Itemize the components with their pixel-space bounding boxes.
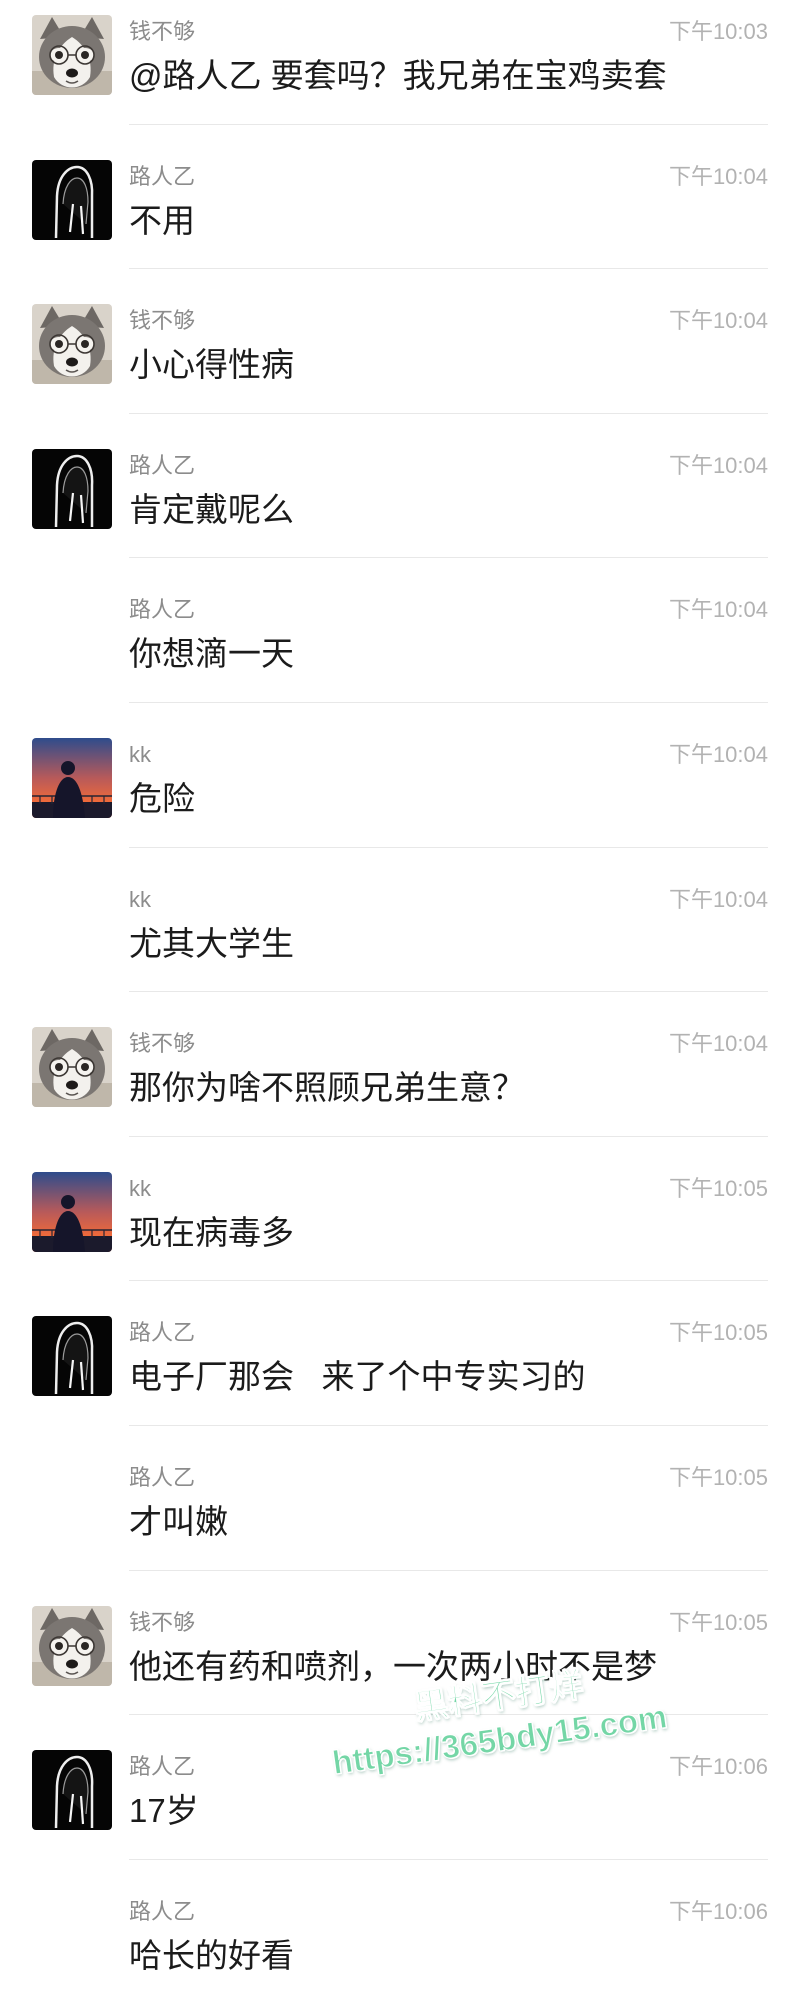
sender-name: kk bbox=[129, 886, 151, 912]
avatar-hooded-figure-photo[interactable] bbox=[32, 1316, 112, 1397]
message-row[interactable]: kk 下午10:04 危险 bbox=[0, 703, 800, 848]
message-row[interactable]: 路人乙 下午10:06 哈长的好看 bbox=[0, 1860, 800, 2005]
sender-name: 钱不够 bbox=[129, 308, 196, 334]
message-time: 下午10:05 bbox=[668, 1609, 768, 1635]
sender-name: 路人乙 bbox=[129, 163, 196, 189]
sender-name: 路人乙 bbox=[129, 1320, 196, 1346]
message-text: 17岁 bbox=[129, 1792, 199, 1830]
message-row[interactable]: 钱不够 下午10:05 他还有药和喷剂，一次两小时不是梦 bbox=[0, 1571, 800, 1716]
message-time: 下午10:04 bbox=[668, 308, 768, 334]
message-time: 下午10:04 bbox=[668, 886, 768, 912]
message-text: @路人乙 要套吗？我兄弟在宝鸡卖套 bbox=[129, 57, 667, 94]
avatar-husky-dog-photo[interactable] bbox=[32, 1027, 112, 1108]
avatar-hooded-figure-photo[interactable] bbox=[32, 159, 112, 240]
sender-name: 路人乙 bbox=[129, 1898, 196, 1924]
avatar-husky-dog-photo[interactable] bbox=[32, 1605, 112, 1686]
message-time: 下午10:03 bbox=[668, 19, 768, 44]
message-time: 下午10:06 bbox=[668, 1898, 768, 1924]
message-row[interactable]: kk 下午10:04 尤其大学生 bbox=[0, 848, 800, 993]
message-time: 下午10:05 bbox=[668, 1175, 768, 1201]
message-text: 不用 bbox=[129, 201, 195, 239]
sender-name: 钱不够 bbox=[129, 19, 196, 44]
avatar-sunset-silhouette-photo[interactable] bbox=[32, 737, 112, 818]
message-row[interactable]: 路人乙 下午10:04 肯定戴呢么 bbox=[0, 414, 800, 559]
message-text: 电子厂那会 来了个中专实习的 bbox=[129, 1358, 586, 1396]
avatar-hooded-figure-photo[interactable] bbox=[32, 448, 112, 529]
message-time: 下午10:04 bbox=[668, 452, 768, 478]
message-row[interactable]: 钱不够 下午10:03 @路人乙 要套吗？我兄弟在宝鸡卖套 bbox=[0, 0, 800, 125]
chat-message-list: 钱不够 下午10:03 @路人乙 要套吗？我兄弟在宝鸡卖套 路人乙 下午10:04 不用钱… bbox=[0, 0, 800, 2004]
sender-name: kk bbox=[129, 1175, 151, 1201]
message-time: 下午10:04 bbox=[668, 1031, 768, 1057]
sender-name: kk bbox=[129, 741, 151, 767]
message-time: 下午10:04 bbox=[668, 597, 768, 623]
message-row[interactable]: 路人乙 下午10:06 17岁 bbox=[0, 1715, 800, 1860]
sender-name: 钱不够 bbox=[129, 1609, 196, 1635]
message-text: 他还有药和喷剂，一次两小时不是梦 bbox=[129, 1647, 657, 1685]
message-text: 才叫嫩 bbox=[129, 1502, 228, 1540]
message-text: 肯定戴呢么 bbox=[129, 490, 294, 528]
message-text: 那你为啥不照顾兄弟生意？ bbox=[129, 1069, 525, 1107]
sender-name: 路人乙 bbox=[129, 452, 196, 478]
message-text: 现在病毒多 bbox=[129, 1213, 294, 1251]
message-text: 尤其大学生 bbox=[129, 924, 294, 962]
avatar-hooded-figure-photo[interactable] bbox=[32, 1750, 112, 1831]
message-row[interactable]: 钱不够 下午10:04 小心得性病 bbox=[0, 269, 800, 414]
message-row[interactable]: 钱不够 下午10:04 那你为啥不照顾兄弟生意？ bbox=[0, 992, 800, 1137]
message-row[interactable]: kk 下午10:05 现在病毒多 bbox=[0, 1137, 800, 1282]
avatar-husky-dog-photo[interactable] bbox=[32, 15, 112, 95]
sender-name: 钱不够 bbox=[129, 1031, 196, 1057]
message-time: 下午10:04 bbox=[668, 163, 768, 189]
message-text: 小心得性病 bbox=[129, 346, 294, 384]
sender-name: 路人乙 bbox=[129, 1754, 196, 1780]
message-row[interactable]: 路人乙 下午10:04 不用 bbox=[0, 125, 800, 270]
sender-name: 路人乙 bbox=[129, 1464, 196, 1490]
message-time: 下午10:06 bbox=[668, 1754, 768, 1780]
message-text: 哈长的好看 bbox=[129, 1936, 294, 1974]
message-row[interactable]: 路人乙 下午10:05 电子厂那会 来了个中专实习的 bbox=[0, 1281, 800, 1426]
message-time: 下午10:05 bbox=[668, 1464, 768, 1490]
sender-name: 路人乙 bbox=[129, 597, 196, 623]
avatar-husky-dog-photo[interactable] bbox=[32, 304, 112, 385]
message-row[interactable]: 路人乙 下午10:05 才叫嫩 bbox=[0, 1426, 800, 1571]
message-row[interactable]: 路人乙 下午10:04 你想滴一天 bbox=[0, 558, 800, 703]
message-text: 你想滴一天 bbox=[129, 635, 294, 673]
message-time: 下午10:04 bbox=[668, 741, 768, 767]
message-text: 危险 bbox=[129, 779, 195, 817]
message-time: 下午10:05 bbox=[668, 1320, 768, 1346]
avatar-sunset-silhouette-photo[interactable] bbox=[32, 1171, 112, 1252]
